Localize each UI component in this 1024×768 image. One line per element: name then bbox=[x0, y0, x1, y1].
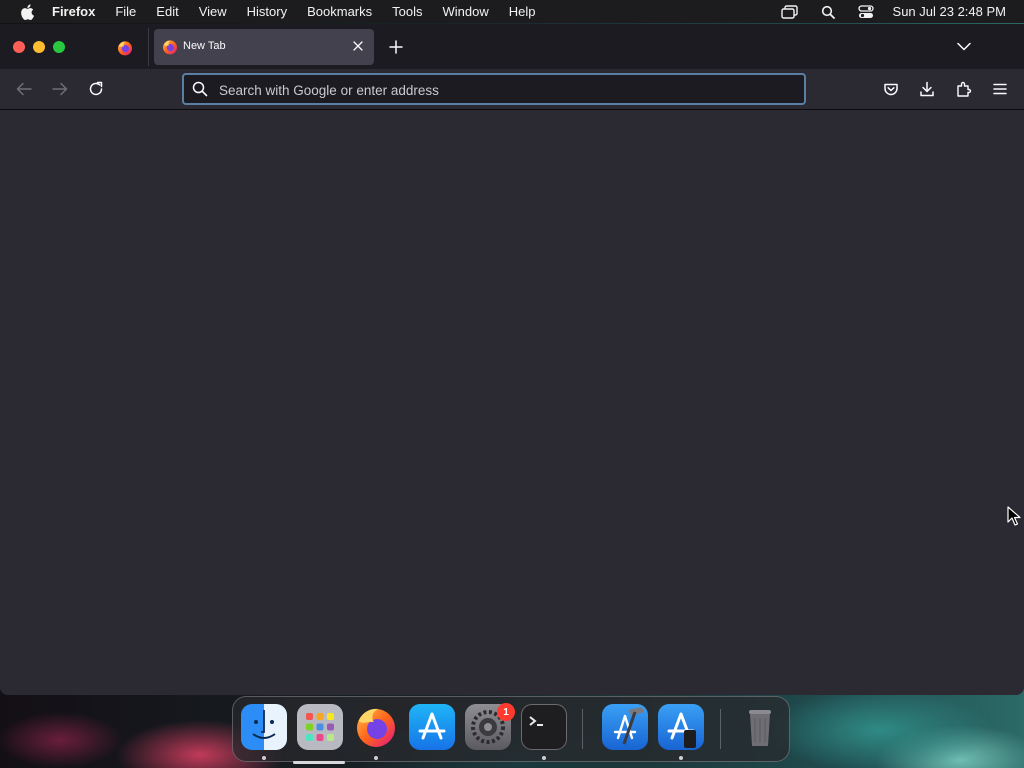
tab-strip: New Tab bbox=[0, 24, 1024, 69]
extensions-icon bbox=[957, 81, 972, 97]
terminal-running-indicator bbox=[542, 756, 546, 760]
dock-app-store-icon[interactable] bbox=[409, 704, 455, 750]
menu-view[interactable]: View bbox=[199, 4, 227, 19]
firefox-window: New Tab bbox=[0, 24, 1024, 695]
app-menu-button[interactable] bbox=[991, 80, 1009, 98]
dock-separator bbox=[720, 709, 721, 749]
downloads-icon bbox=[920, 81, 934, 97]
tab-new-tab[interactable]: New Tab bbox=[154, 29, 374, 65]
tab-separator bbox=[148, 28, 149, 66]
dock-terminal-icon[interactable] bbox=[521, 704, 567, 750]
downloads-button[interactable] bbox=[918, 80, 936, 98]
reload-button[interactable] bbox=[87, 80, 105, 98]
spotlight-search-icon[interactable] bbox=[819, 4, 837, 20]
arrow-right-icon bbox=[52, 82, 68, 96]
menu-history[interactable]: History bbox=[247, 4, 287, 19]
navigation-toolbar bbox=[0, 69, 1024, 110]
address-bar[interactable] bbox=[182, 73, 806, 105]
hamburger-menu-icon bbox=[993, 83, 1007, 95]
control-center-icon[interactable] bbox=[857, 4, 875, 20]
mouse-cursor-icon bbox=[1007, 506, 1021, 526]
reload-icon bbox=[89, 81, 103, 96]
screen-mirroring-icon[interactable] bbox=[780, 4, 799, 20]
forward-button[interactable] bbox=[51, 80, 69, 98]
plus-icon bbox=[389, 40, 403, 54]
finder-running-indicator bbox=[262, 756, 266, 760]
dock-trash-icon[interactable] bbox=[737, 704, 783, 750]
menu-bookmarks[interactable]: Bookmarks bbox=[307, 4, 372, 19]
extensions-button[interactable] bbox=[955, 80, 973, 98]
dock-separator bbox=[582, 709, 583, 749]
simulator-running-indicator bbox=[679, 756, 683, 760]
search-icon bbox=[192, 81, 208, 97]
back-button[interactable] bbox=[15, 80, 33, 98]
menu-bar: Firefox File Edit View History Bookmarks… bbox=[0, 0, 1024, 23]
system-settings-badge: 1 bbox=[497, 703, 515, 721]
window-close-button[interactable] bbox=[13, 41, 25, 53]
window-zoom-button[interactable] bbox=[53, 41, 65, 53]
pocket-icon bbox=[884, 83, 898, 96]
tab-close-icon[interactable] bbox=[350, 38, 366, 54]
arrow-left-icon bbox=[16, 82, 32, 96]
dock-firefox-icon[interactable] bbox=[353, 704, 399, 750]
chevron-down-icon bbox=[957, 42, 971, 50]
tab-title: New Tab bbox=[183, 40, 226, 52]
menu-window[interactable]: Window bbox=[443, 4, 489, 19]
menu-tools[interactable]: Tools bbox=[392, 4, 422, 19]
dock-scroll-indicator bbox=[293, 761, 345, 764]
dock-xcode-icon[interactable] bbox=[602, 704, 648, 750]
dock-finder-icon[interactable] bbox=[241, 704, 287, 750]
window-minimize-button[interactable] bbox=[33, 41, 45, 53]
firefox-logo-icon bbox=[118, 41, 132, 56]
url-input[interactable] bbox=[217, 75, 791, 105]
menubar-clock[interactable]: Sun Jul 23 2:48 PM bbox=[893, 4, 1006, 19]
dock: 1 bbox=[232, 696, 790, 764]
dock-launchpad-icon[interactable] bbox=[297, 704, 343, 750]
dock-simulator-icon[interactable] bbox=[658, 704, 704, 750]
menu-help[interactable]: Help bbox=[509, 4, 536, 19]
menu-edit[interactable]: Edit bbox=[156, 4, 178, 19]
menu-file[interactable]: File bbox=[115, 4, 136, 19]
pocket-button[interactable] bbox=[882, 80, 900, 98]
new-tab-button[interactable] bbox=[386, 37, 406, 57]
apple-menu-icon[interactable] bbox=[20, 3, 34, 20]
pinned-tab-firefox[interactable] bbox=[114, 37, 136, 59]
firefox-favicon-icon bbox=[163, 40, 177, 55]
list-all-tabs-button[interactable] bbox=[956, 38, 972, 54]
menu-app-firefox[interactable]: Firefox bbox=[52, 4, 95, 19]
firefox-running-indicator bbox=[374, 756, 378, 760]
page-content[interactable] bbox=[0, 110, 1024, 695]
